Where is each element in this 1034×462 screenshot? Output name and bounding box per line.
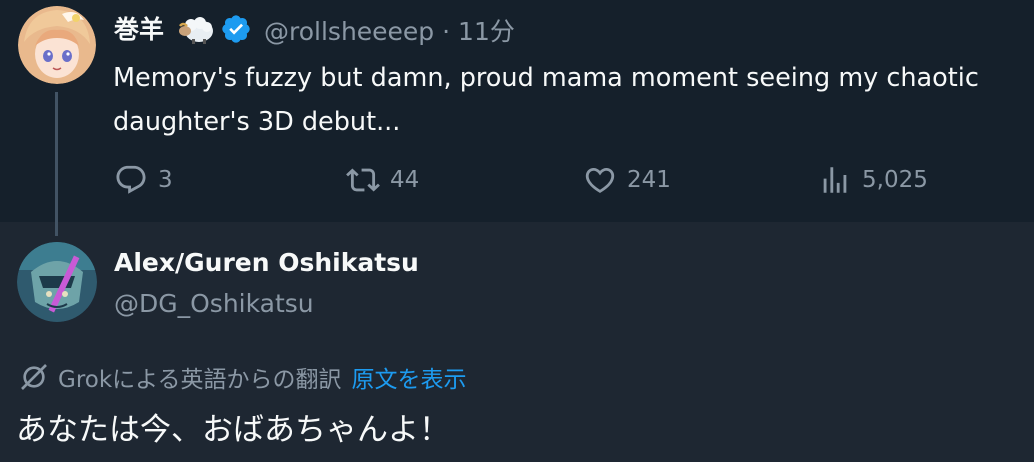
- retweet-count: 44: [390, 167, 420, 193]
- retweet-button[interactable]: 44: [346, 160, 419, 200]
- reply-icon: [116, 165, 146, 194]
- tweet-text: Memory's fuzzy but damn, proud mama mome…: [113, 63, 979, 137]
- separator: ·: [442, 17, 451, 46]
- views-icon: [823, 167, 847, 193]
- like-count: 241: [627, 167, 671, 193]
- avatar[interactable]: [17, 242, 97, 322]
- reply-count: 3: [158, 167, 173, 193]
- handle[interactable]: @DG_Oshikatsu: [114, 289, 314, 318]
- show-original-link[interactable]: 原文を表示: [351, 360, 466, 394]
- verified-badge-icon[interactable]: [220, 13, 252, 45]
- tweet-text: あなたは今、おばあちゃんよ！: [16, 412, 450, 448]
- grok-icon: [21, 364, 47, 390]
- view-count: 5,025: [862, 167, 928, 193]
- sheep-emoji-icon: [178, 14, 214, 44]
- timestamp[interactable]: 11分: [458, 17, 515, 46]
- like-button[interactable]: 241: [583, 160, 671, 200]
- handle[interactable]: @rollsheeeep: [264, 17, 434, 46]
- display-name[interactable]: Alex/Guren Oshikatsu: [114, 248, 419, 277]
- avatar-anime-girl-image: [18, 6, 96, 84]
- avatar-character-image: [17, 242, 97, 322]
- like-icon: [585, 167, 615, 193]
- avatar[interactable]: [18, 6, 96, 84]
- display-name[interactable]: 巻羊: [114, 10, 164, 46]
- handle-and-time[interactable]: @rollsheeeep · 11分: [264, 12, 515, 48]
- translation-label: Grokによる英語からの翻訳: [58, 367, 342, 393]
- retweet-icon: [346, 168, 380, 192]
- thread-connector-line: [55, 92, 58, 236]
- translation-notice: Grokによる英語からの翻訳 原文を表示: [18, 360, 466, 394]
- views-button[interactable]: 5,025: [818, 160, 928, 200]
- reply-button[interactable]: 3: [114, 160, 173, 200]
